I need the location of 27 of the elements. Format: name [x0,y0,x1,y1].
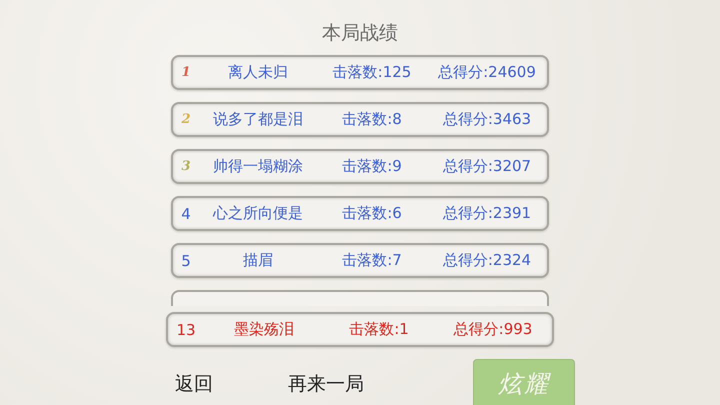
player-name: 心之所向便是 [212,204,304,223]
rank-number: 4 [180,204,192,222]
hit-count: 击落数:9 [341,157,403,176]
player-name: 说多了都是泪 [212,110,304,129]
total-score: 总得分:2324 [442,251,532,270]
total-score: 总得分:2391 [442,204,532,223]
player-name: 离人未归 [227,63,289,82]
rank-number: 5 [180,252,192,270]
rank-number: 13 [175,320,197,338]
screen-title: 本局战绩 [322,21,398,46]
hit-count: 击落数:7 [341,251,403,270]
player-name: 帅得一塌糊涂 [212,157,304,176]
hit-count: 击落数:8 [341,110,403,129]
player-name: 墨染殇泪 [233,320,295,339]
hit-count: 击落数:6 [341,204,403,223]
hit-count: 击落数:125 [332,63,412,82]
rank-number: 3 [180,159,192,174]
back-button[interactable]: 返回 [175,371,213,397]
total-score: 总得分:993 [452,320,534,339]
rank-number: 1 [180,65,192,80]
play-again-button[interactable]: 再来一局 [288,371,364,397]
total-score: 总得分:3463 [442,110,532,129]
total-score: 总得分:3207 [442,157,532,176]
hit-count: 击落数:1 [348,320,410,339]
player-name: 描眉 [242,251,274,270]
rank-number: 2 [180,112,192,127]
total-score: 总得分:24609 [437,63,537,82]
